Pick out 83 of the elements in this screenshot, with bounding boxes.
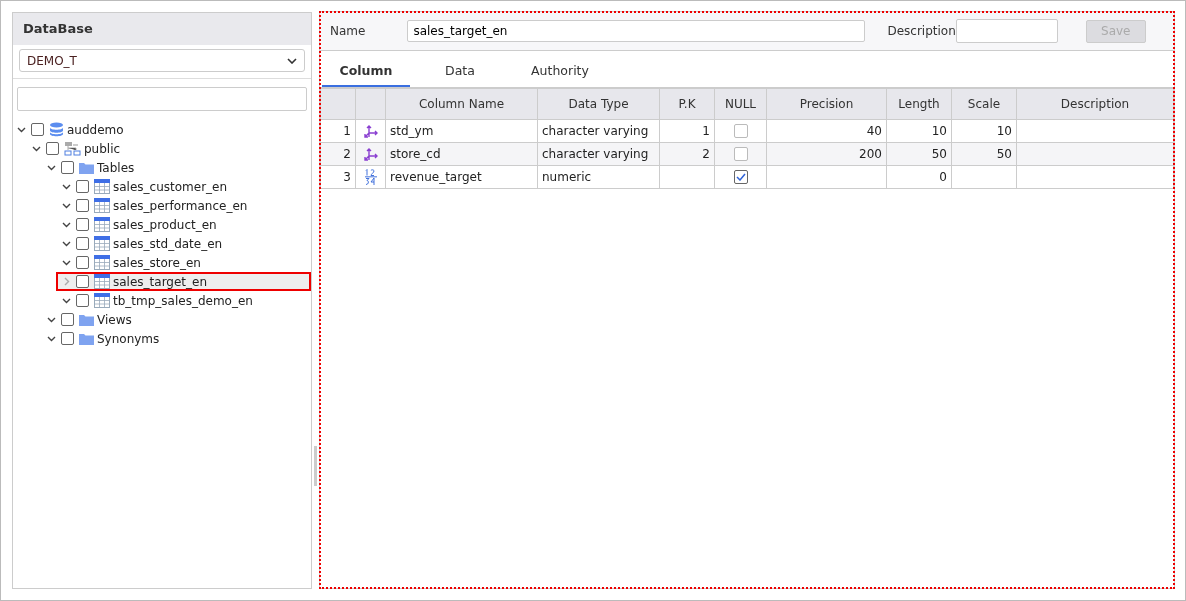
row-number: 3	[320, 165, 356, 189]
checkbox[interactable]	[76, 294, 89, 307]
chevron-down-icon[interactable]	[47, 315, 56, 324]
chevron-down-icon[interactable]	[32, 144, 41, 153]
search-field[interactable]	[17, 87, 307, 111]
tree-item[interactable]: sales_product_en	[62, 215, 221, 234]
chevron-down-icon	[287, 57, 297, 64]
checkbox[interactable]	[733, 147, 748, 162]
tree-item[interactable]: sales_std_date_en	[62, 234, 227, 253]
checkbox[interactable]	[733, 170, 748, 185]
column-header[interactable]: NULL	[714, 88, 767, 120]
tree-item[interactable]: Views	[47, 310, 136, 329]
checkbox[interactable]	[76, 199, 89, 212]
checkbox[interactable]	[76, 256, 89, 269]
tree-item[interactable]: auddemo	[17, 120, 128, 139]
column-header[interactable]: Precision	[766, 88, 887, 120]
table-cell: std_ym	[385, 119, 538, 143]
chevron-down-icon[interactable]	[62, 258, 71, 267]
tree-item[interactable]: tb_tmp_sales_demo_en	[62, 291, 257, 310]
row-number: 1	[320, 119, 356, 143]
tree-item[interactable]: Tables	[47, 158, 139, 177]
table-cell: store_cd	[385, 142, 538, 166]
sidebar-title: DataBase	[13, 13, 311, 45]
table-cell: 1	[659, 119, 715, 143]
column-header[interactable]: Data Type	[537, 88, 660, 120]
row-number: 2	[320, 142, 356, 166]
table-cell: revenue_target	[385, 165, 538, 189]
column-header[interactable]: Description	[1016, 88, 1174, 120]
table-cell: 0	[886, 165, 952, 189]
checkbox[interactable]	[61, 313, 74, 326]
checkbox[interactable]	[46, 142, 59, 155]
column-header[interactable]: Column Name	[385, 88, 538, 120]
table-icon	[94, 293, 110, 308]
tree-item[interactable]: public	[32, 139, 125, 158]
table-icon	[94, 217, 110, 232]
table-icon	[94, 255, 110, 270]
chevron-down-icon[interactable]	[17, 125, 26, 134]
selected-tree-item[interactable]: sales_target_en	[56, 272, 311, 291]
checkbox[interactable]	[733, 124, 748, 139]
table-cell: 10	[886, 119, 952, 143]
table-cell: character varying	[537, 142, 660, 166]
folder-icon	[79, 313, 94, 326]
table-cell: character varying	[537, 119, 660, 143]
checkbox[interactable]	[76, 237, 89, 250]
database-icon	[49, 122, 64, 137]
description-label: Description	[887, 24, 956, 38]
hierarchy-icon	[64, 141, 81, 156]
tree-item[interactable]: sales_store_en	[62, 253, 205, 272]
tab[interactable]: Data	[410, 63, 510, 85]
description-field[interactable]	[955, 19, 1058, 43]
table-cell: numeric	[537, 165, 660, 189]
column-header[interactable]: Length	[886, 88, 952, 120]
table-cell: 10	[951, 119, 1017, 143]
table-cell: 40	[766, 119, 887, 143]
chevron-down-icon[interactable]	[62, 201, 71, 210]
chevron-down-icon[interactable]	[47, 163, 56, 172]
table-icon	[94, 179, 110, 194]
checkbox[interactable]	[31, 123, 44, 136]
table-icon	[94, 236, 110, 251]
folder-icon	[79, 161, 94, 174]
table-icon	[94, 198, 110, 213]
table-icon	[94, 274, 110, 289]
checkbox[interactable]	[61, 161, 74, 174]
tab[interactable]: Authority	[510, 63, 610, 85]
name-field[interactable]: sales_target_en	[407, 20, 866, 42]
folder-icon	[79, 332, 94, 345]
chevron-down-icon[interactable]	[62, 296, 71, 305]
database-select[interactable]: DEMO_T	[19, 49, 305, 72]
checkbox[interactable]	[76, 275, 89, 288]
tree-item[interactable]: Synonyms	[47, 329, 164, 348]
table-cell: 200	[766, 142, 887, 166]
name-label: Name	[330, 24, 366, 38]
checkbox[interactable]	[61, 332, 74, 345]
tree-item[interactable]: sales_performance_en	[62, 196, 252, 215]
column-header[interactable]: Scale	[951, 88, 1017, 120]
chevron-down-icon[interactable]	[62, 239, 71, 248]
chevron-down-icon[interactable]	[47, 334, 56, 343]
chevron-down-icon[interactable]	[62, 182, 71, 191]
column-header[interactable]: P.K	[659, 88, 715, 120]
checkbox[interactable]	[76, 180, 89, 193]
tree-item[interactable]: sales_customer_en	[62, 177, 232, 196]
chevron-down-icon[interactable]	[62, 220, 71, 229]
checkbox[interactable]	[76, 218, 89, 231]
